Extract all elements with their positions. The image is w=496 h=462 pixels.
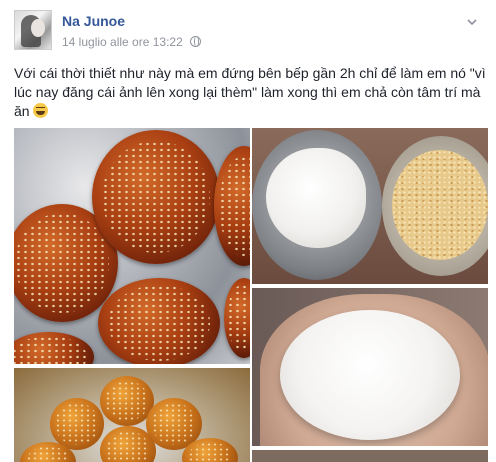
post-text: Với cái thời thiết như này mà em đứng bê… [14, 64, 488, 121]
facebook-post: Na Junoe 14 luglio alle ore 13:22 Với cá… [0, 0, 496, 462]
avatar[interactable] [14, 10, 52, 50]
partial-photo[interactable] [252, 450, 488, 462]
post-timestamp[interactable]: 14 luglio alle ore 13:22 [62, 35, 183, 49]
author-name[interactable]: Na Junoe [62, 13, 125, 29]
post-header: Na Junoe 14 luglio alle ore 13:22 [14, 10, 484, 52]
dough-in-hand-photo[interactable] [252, 288, 488, 446]
post-meta: 14 luglio alle ore 13:22 [62, 35, 202, 49]
laughing-emoji-icon [33, 103, 49, 118]
dough-and-crumbs-photo[interactable] [252, 128, 488, 284]
fried-sesame-cakes-photo[interactable] [14, 128, 250, 364]
fried-balls-basket-photo[interactable] [14, 368, 250, 462]
post-text-content: Với cái thời thiết như này mà em đứng bê… [14, 65, 486, 119]
globe-icon [190, 36, 202, 47]
chevron-down-icon[interactable] [466, 16, 478, 28]
